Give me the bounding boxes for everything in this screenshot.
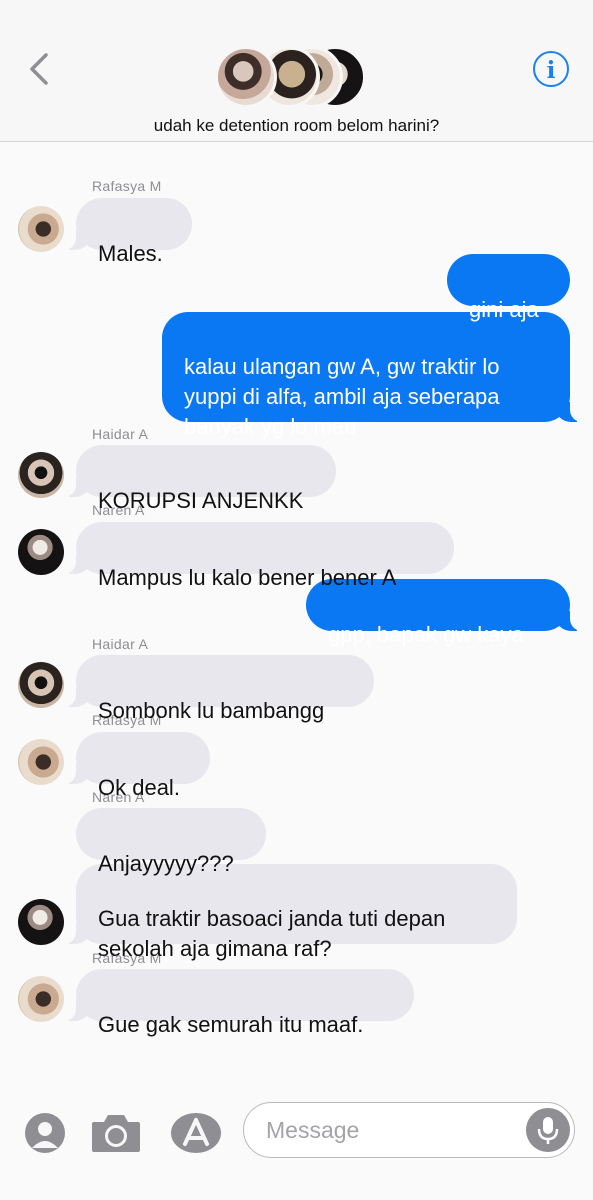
camera-icon[interactable]: [90, 1112, 142, 1159]
app-store-icon[interactable]: [170, 1112, 222, 1159]
avatar[interactable]: [18, 739, 64, 785]
message-text: Anjayyyyy???: [98, 851, 234, 876]
message-text: KORUPSI ANJENKK: [98, 488, 304, 513]
microphone-icon[interactable]: [526, 1108, 570, 1152]
sender-name: Haidar A: [92, 636, 149, 652]
memoji-icon[interactable]: [24, 1112, 66, 1159]
message-text: Gua traktir basoaci janda tuti depan sek…: [98, 906, 446, 961]
message-input[interactable]: [266, 1115, 516, 1145]
sender-name: Haidar A: [92, 426, 149, 442]
group-title[interactable]: udah ke detention room belom harini?: [0, 116, 593, 136]
avatar[interactable]: [18, 529, 64, 575]
message-bubble-incoming[interactable]: Ok deal.: [64, 732, 210, 800]
message-bubble-incoming[interactable]: KORUPSI ANJENKK: [64, 445, 336, 513]
message-text: gini aja: [469, 297, 539, 322]
message-bubble-incoming[interactable]: Males.: [64, 198, 192, 266]
message-text: Gue gak semurah itu maaf.: [98, 1012, 364, 1037]
message-text: Males.: [98, 241, 163, 266]
message-bubble-incoming[interactable]: Anjayyyyy???: [76, 808, 266, 876]
message-bubble-outgoing[interactable]: gini aja: [447, 254, 570, 322]
avatar[interactable]: [18, 662, 64, 708]
avatar[interactable]: [18, 899, 64, 945]
chevron-left-icon[interactable]: [26, 50, 56, 90]
compose-bar: [0, 1090, 593, 1200]
info-glyph: i: [546, 57, 556, 84]
message-bubble-incoming[interactable]: Sombonk lu bambangg: [64, 655, 374, 723]
sender-name: Rafasya M: [92, 178, 162, 194]
message-text: gpp, bapak gw kaya: [328, 622, 524, 647]
avatar[interactable]: [18, 206, 64, 252]
group-avatars[interactable]: [215, 46, 366, 108]
message-bubble-outgoing[interactable]: kalau ulangan gw A, gw traktir lo yuppi …: [162, 312, 582, 439]
chat-header: udah ke detention room belom harini? i: [0, 0, 593, 142]
message-bubble-incoming[interactable]: Gue gak semurah itu maaf.: [64, 969, 414, 1037]
message-text: Ok deal.: [98, 775, 180, 800]
avatar[interactable]: [18, 452, 64, 498]
message-text: Sombonk lu bambangg: [98, 698, 325, 723]
message-input-field[interactable]: [243, 1102, 575, 1158]
message-text: kalau ulangan gw A, gw traktir lo yuppi …: [184, 354, 500, 439]
member-avatar: [215, 46, 277, 108]
avatar[interactable]: [18, 976, 64, 1022]
message-bubble-incoming[interactable]: Mampus lu kalo bener bener A: [64, 522, 454, 590]
message-text: Mampus lu kalo bener bener A: [98, 565, 397, 590]
info-icon[interactable]: i: [533, 51, 569, 87]
